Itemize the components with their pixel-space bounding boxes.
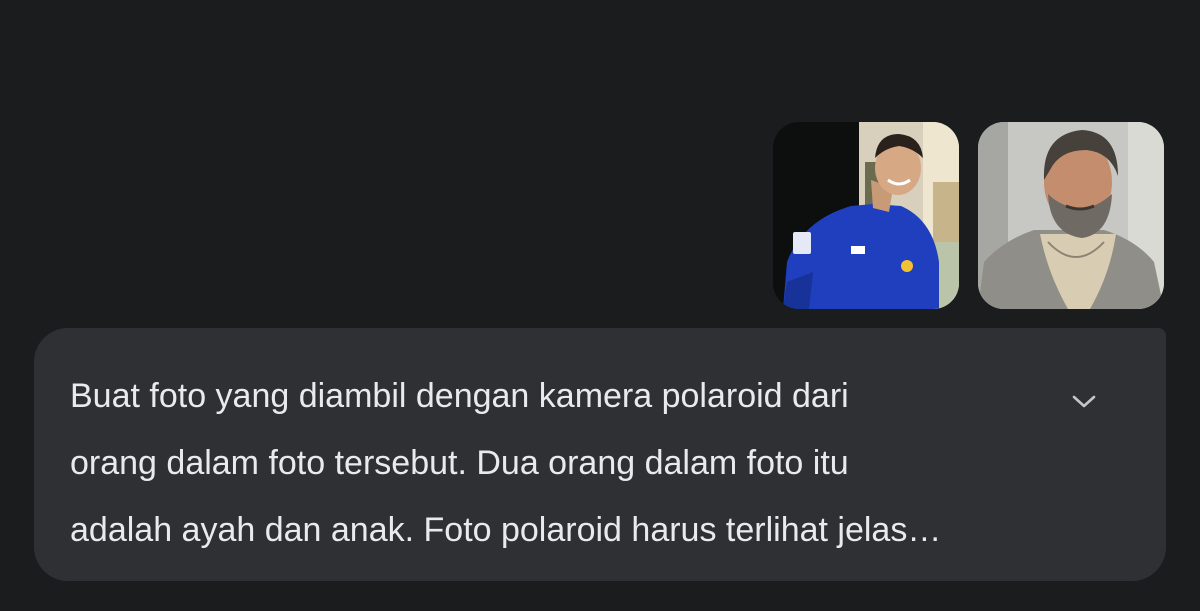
message-line-3: adalah ayah dan anak. Foto polaroid haru… bbox=[70, 511, 942, 549]
user-message-text: Buat foto yang diambil dengan kamera pol… bbox=[70, 363, 1010, 564]
attached-photo-young-man bbox=[773, 122, 959, 309]
user-message-bubble: Buat foto yang diambil dengan kamera pol… bbox=[34, 328, 1166, 581]
message-line-1: Buat foto yang diambil dengan kamera pol… bbox=[70, 377, 849, 415]
message-line-2: orang dalam foto tersebut. Dua orang dal… bbox=[70, 444, 849, 482]
expand-message-button[interactable] bbox=[1068, 388, 1100, 416]
chevron-down-icon bbox=[1072, 395, 1096, 408]
attached-photo-bearded-man bbox=[978, 122, 1164, 309]
attached-image-1[interactable] bbox=[773, 122, 959, 309]
chat-view: Buat foto yang diambil dengan kamera pol… bbox=[0, 0, 1200, 611]
attached-image-2[interactable] bbox=[978, 122, 1164, 309]
